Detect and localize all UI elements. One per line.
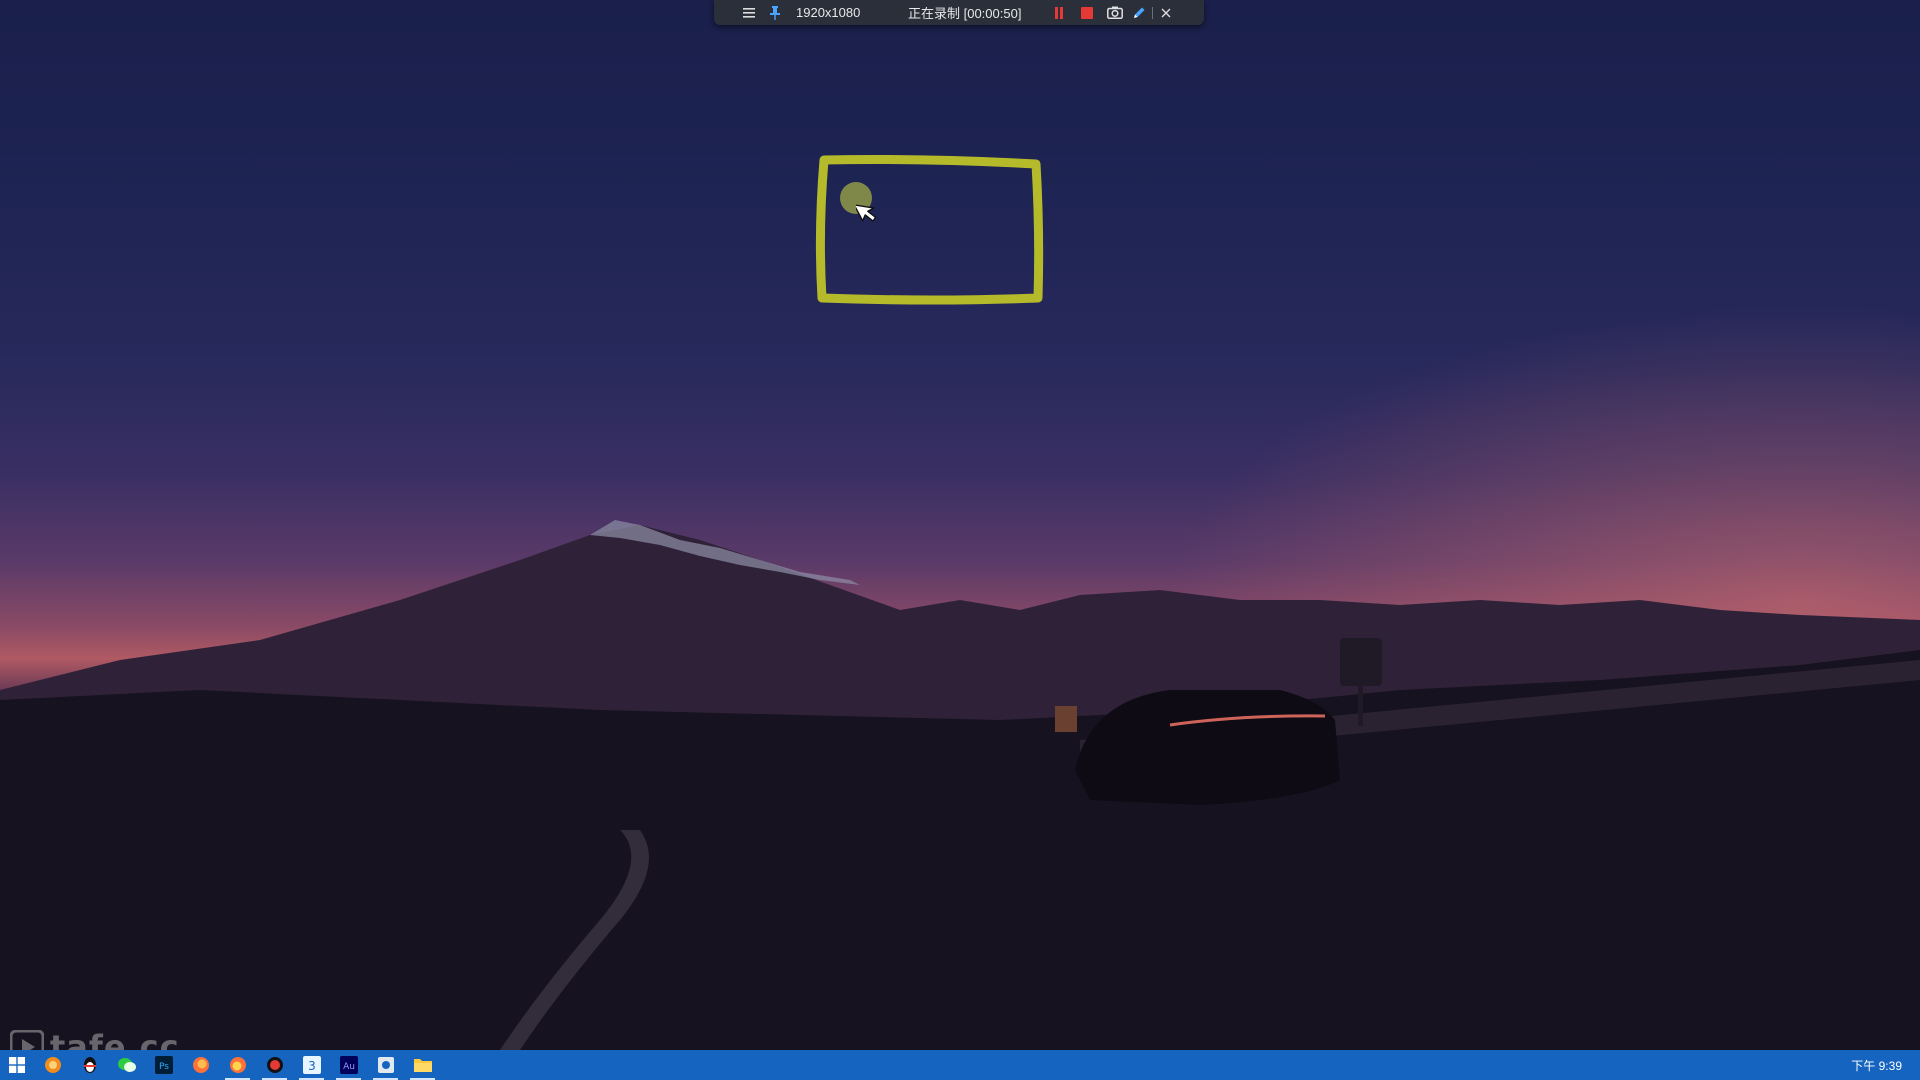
svg-text:Au: Au bbox=[343, 1062, 355, 1072]
file-explorer-icon[interactable] bbox=[404, 1050, 441, 1080]
toolbar-divider bbox=[1152, 6, 1153, 19]
svg-text:Ps: Ps bbox=[159, 1062, 169, 1072]
taskbar-clock[interactable]: 下午 9:39 bbox=[1851, 1050, 1902, 1080]
desktop-wallpaper: 1920x1080 正在录制 [00:00:50] tafe.cc Ps 3 A… bbox=[0, 0, 1920, 1080]
recorder-toolbar: 1920x1080 正在录制 [00:00:50] bbox=[714, 0, 1204, 25]
stop-icon[interactable] bbox=[1076, 3, 1098, 23]
firefox-alt-icon[interactable] bbox=[219, 1050, 256, 1080]
browser-orange-icon[interactable] bbox=[34, 1050, 71, 1080]
camera-icon[interactable] bbox=[1104, 3, 1126, 23]
menu-icon[interactable] bbox=[738, 3, 760, 23]
wechat-icon[interactable] bbox=[108, 1050, 145, 1080]
app-3-icon[interactable]: 3 bbox=[293, 1050, 330, 1080]
pause-icon[interactable] bbox=[1048, 3, 1070, 23]
qq-penguin-icon[interactable] bbox=[71, 1050, 108, 1080]
taskbar: Ps 3 Au 下午 9:39 bbox=[0, 1050, 1920, 1080]
recording-status: 正在录制 [00:00:50] bbox=[908, 6, 1022, 21]
resolution-label: 1920x1080 bbox=[796, 5, 861, 20]
windows-start-icon[interactable] bbox=[0, 1050, 34, 1080]
firefox-icon[interactable] bbox=[182, 1050, 219, 1080]
photoshop-icon[interactable]: Ps bbox=[145, 1050, 182, 1080]
pin-icon[interactable] bbox=[764, 3, 786, 23]
mouse-cursor-icon bbox=[856, 204, 877, 222]
annotation-rectangle bbox=[815, 155, 1044, 305]
recorder-icon[interactable] bbox=[256, 1050, 293, 1080]
svg-text:3: 3 bbox=[308, 1059, 316, 1073]
app-settings-icon[interactable] bbox=[367, 1050, 404, 1080]
pen-icon[interactable] bbox=[1128, 3, 1150, 23]
audition-icon[interactable]: Au bbox=[330, 1050, 367, 1080]
close-icon[interactable] bbox=[1155, 3, 1177, 23]
